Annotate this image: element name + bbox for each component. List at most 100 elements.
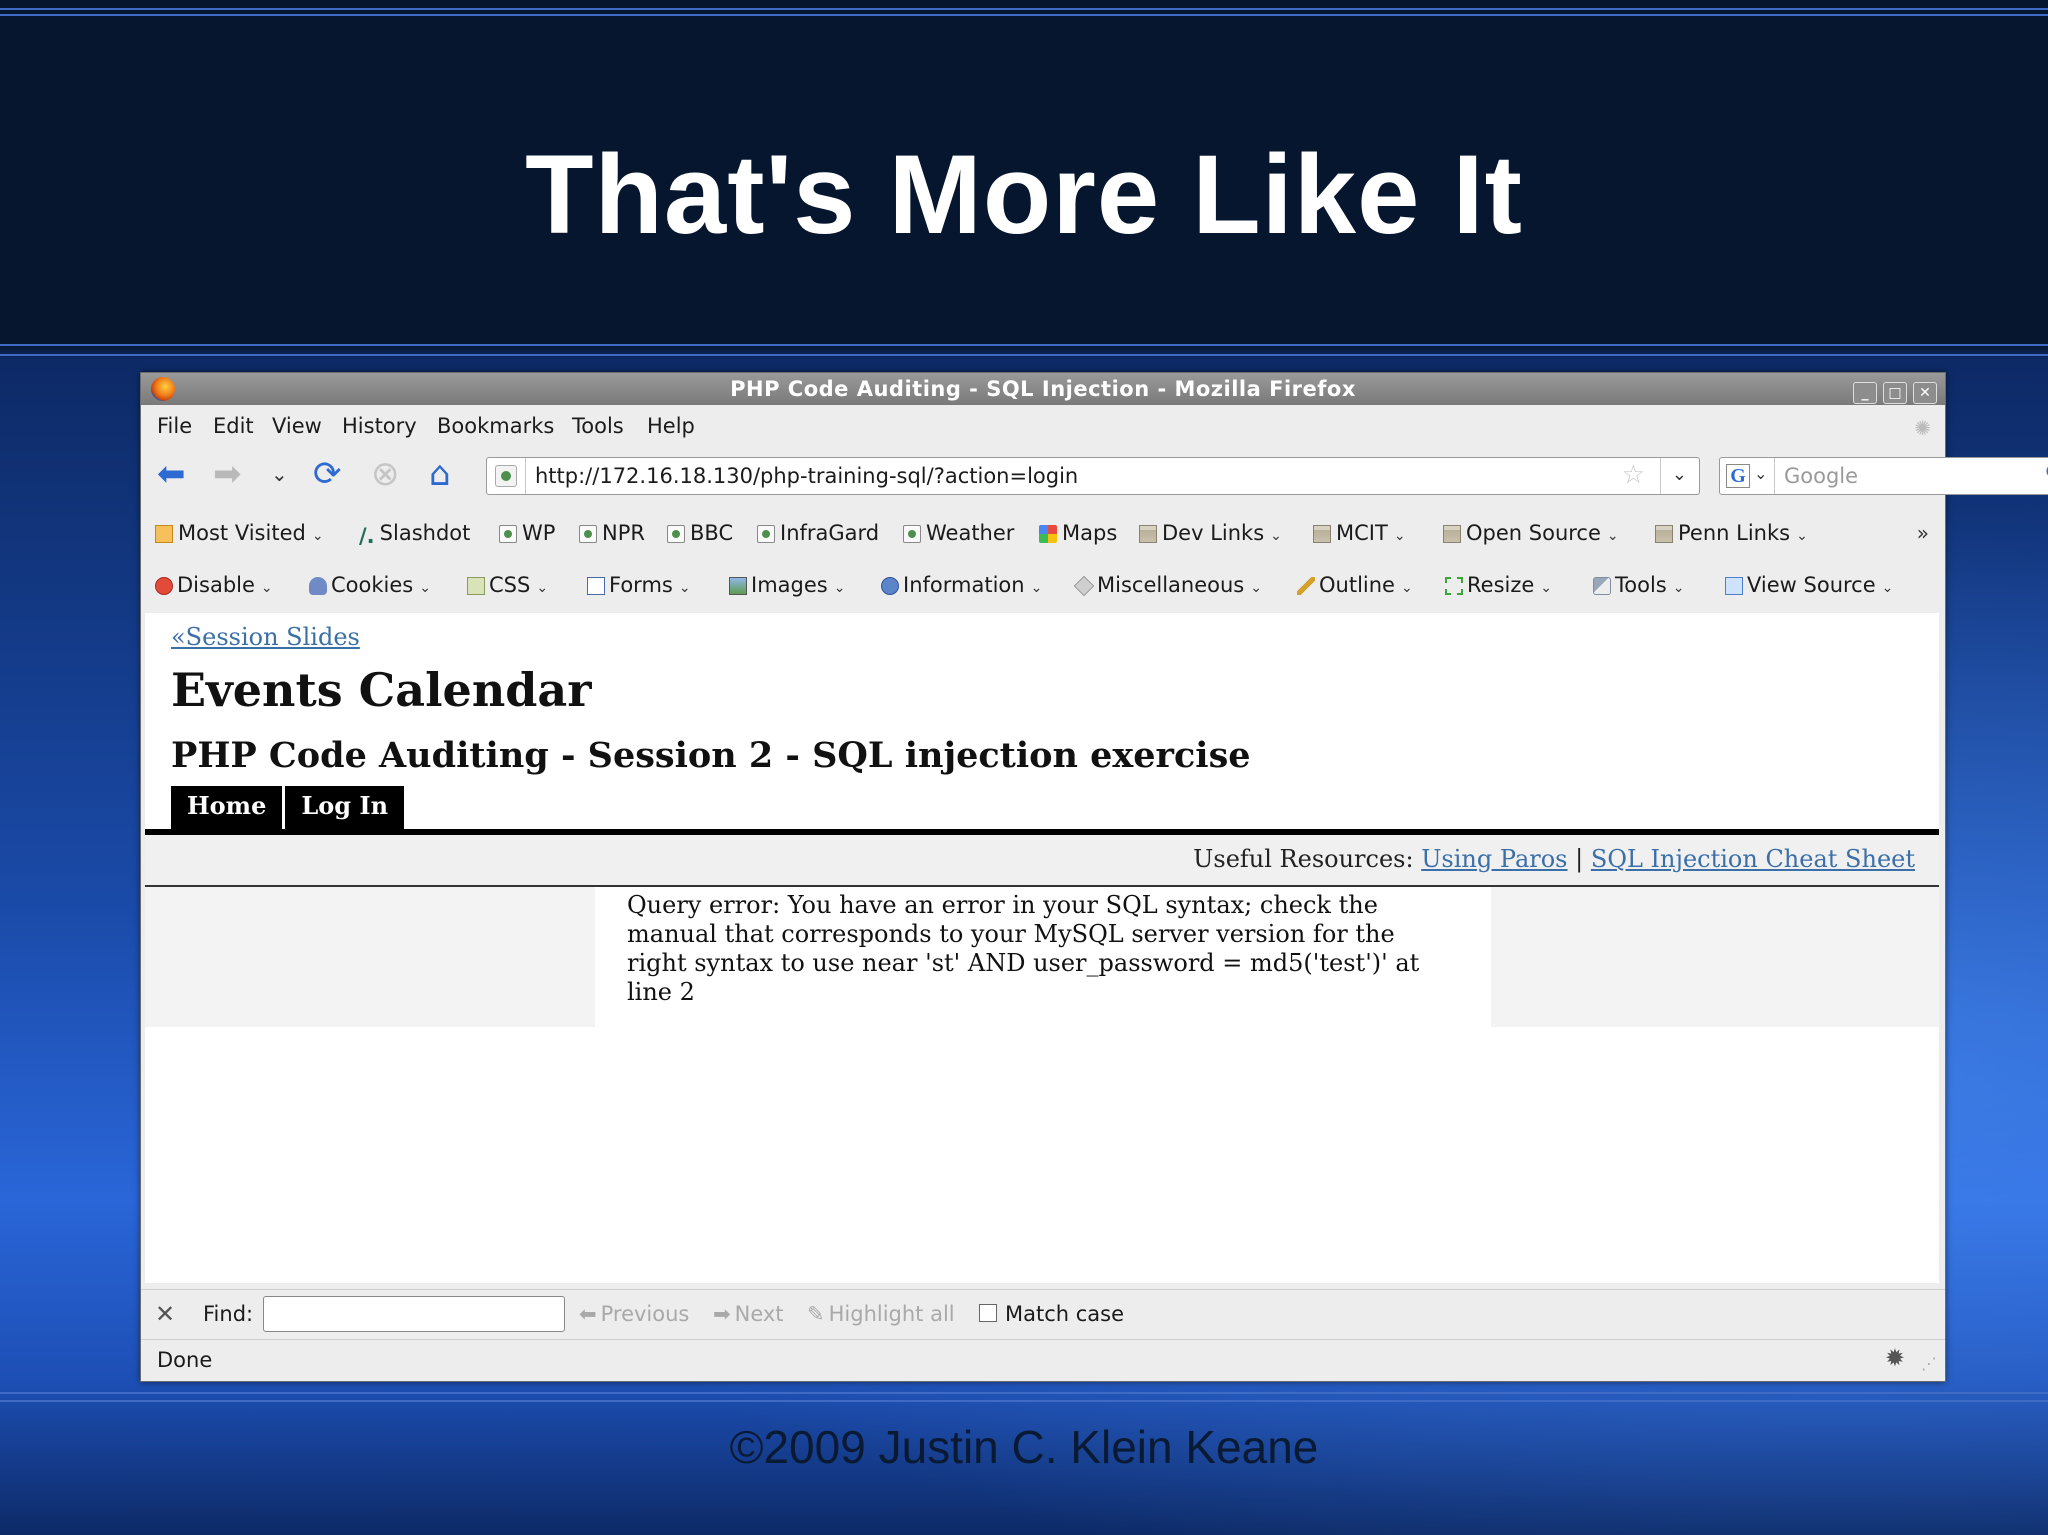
folder-icon bbox=[1655, 525, 1673, 543]
find-input[interactable] bbox=[263, 1296, 565, 1332]
resources-label: Useful Resources: bbox=[1193, 845, 1414, 873]
minimize-button[interactable]: _ bbox=[1853, 382, 1877, 404]
dev-view-source-menu[interactable]: View Source ⌄ bbox=[1725, 573, 1893, 597]
slide-rule bbox=[0, 1392, 2048, 1394]
firebug-icon[interactable]: ✹ bbox=[1885, 1344, 1905, 1372]
tab-log-in[interactable]: Log In bbox=[285, 786, 405, 830]
bookmarks-toolbar: Most Visited ⌄ /. Slashdot WP NPR BBC Infr… bbox=[141, 513, 1945, 555]
history-dropdown-icon[interactable]: ⌄ bbox=[271, 454, 288, 494]
dev-cookies-menu[interactable]: Cookies ⌄ bbox=[309, 573, 431, 597]
dev-forms-menu[interactable]: Forms ⌄ bbox=[587, 573, 691, 597]
reload-icon[interactable]: ⟳ bbox=[313, 454, 342, 494]
url-dropdown-icon[interactable]: ⌄ bbox=[1672, 464, 1687, 485]
site-identity-icon[interactable] bbox=[495, 465, 517, 487]
url-bar[interactable]: http://172.16.18.130/php-training-sql/?a… bbox=[486, 457, 1700, 495]
bookmark-bbc[interactable]: BBC bbox=[667, 521, 733, 545]
resources-text: Useful Resources: Using Paros | SQL Inje… bbox=[1193, 845, 1915, 873]
page-icon bbox=[903, 525, 921, 543]
outline-pencil-icon bbox=[1297, 577, 1315, 595]
bookmark-folder-dev-links[interactable]: Dev Links ⌄ bbox=[1139, 521, 1282, 545]
dev-outline-menu[interactable]: Outline ⌄ bbox=[1297, 573, 1413, 597]
using-paros-link[interactable]: Using Paros bbox=[1421, 845, 1567, 873]
bookmark-slashdot[interactable]: /. Slashdot bbox=[359, 521, 470, 548]
bookmark-most-visited[interactable]: Most Visited ⌄ bbox=[155, 521, 324, 545]
disable-icon bbox=[155, 577, 173, 595]
session-slides-link[interactable]: «Session Slides bbox=[171, 623, 360, 651]
match-case-label[interactable]: Match case bbox=[1005, 1302, 1124, 1326]
url-text[interactable]: http://172.16.18.130/php-training-sql/?a… bbox=[535, 464, 1078, 488]
left-column bbox=[145, 887, 595, 1027]
menu-file[interactable]: File bbox=[157, 414, 192, 438]
find-bar: ✕ Find: ⬅ Previous ➡ Next ✎ Highlight all M… bbox=[141, 1289, 1945, 1340]
page-icon bbox=[579, 525, 597, 543]
dev-disable-menu[interactable]: Disable ⌄ bbox=[155, 573, 273, 597]
bookmark-folder-mcit[interactable]: MCIT ⌄ bbox=[1313, 521, 1406, 545]
next-arrow-icon: ➡ bbox=[713, 1302, 731, 1326]
find-previous-button[interactable]: ⬅ Previous bbox=[579, 1302, 689, 1326]
engine-dropdown-icon[interactable]: ⌄ bbox=[1754, 464, 1767, 483]
highlighter-icon: ✎ bbox=[807, 1302, 825, 1326]
divider bbox=[525, 458, 526, 494]
bookmark-wp[interactable]: WP bbox=[499, 521, 555, 545]
sql-injection-cheat-sheet-link[interactable]: SQL Injection Cheat Sheet bbox=[1591, 845, 1915, 873]
slide-rule bbox=[0, 8, 2048, 10]
bookmark-folder-open-source[interactable]: Open Source ⌄ bbox=[1443, 521, 1619, 545]
menu-tools[interactable]: Tools bbox=[572, 414, 624, 438]
search-icon[interactable]: ⚲ bbox=[2044, 460, 2048, 488]
close-find-bar-icon[interactable]: ✕ bbox=[155, 1300, 175, 1328]
dev-tools-menu[interactable]: Tools ⌄ bbox=[1593, 573, 1684, 597]
slide-rule bbox=[0, 14, 2048, 16]
search-bar[interactable]: G ⌄ Google ⚲ bbox=[1719, 457, 2048, 495]
slide-footer: ©2009 Justin C. Klein Keane bbox=[729, 1421, 1319, 1473]
bookmark-infragard[interactable]: InfraGard bbox=[757, 521, 879, 545]
bookmark-maps[interactable]: Maps bbox=[1039, 521, 1117, 545]
status-bar: Done ✹ ⋰ bbox=[141, 1339, 1945, 1380]
site-nav-tabs: Home Log In bbox=[171, 786, 407, 830]
view-source-icon bbox=[1725, 577, 1743, 595]
dev-information-menu[interactable]: Information ⌄ bbox=[881, 573, 1042, 597]
search-input[interactable]: Google bbox=[1784, 464, 1858, 488]
dev-images-menu[interactable]: Images ⌄ bbox=[729, 573, 845, 597]
bookmarks-overflow-button[interactable]: » bbox=[1917, 521, 1929, 545]
menu-view[interactable]: View bbox=[272, 414, 322, 438]
resources-separator: | bbox=[1575, 845, 1584, 873]
folder-icon bbox=[1313, 525, 1331, 543]
find-label: Find: bbox=[203, 1302, 254, 1326]
tools-wrench-icon bbox=[1593, 577, 1611, 595]
resize-grip-icon[interactable]: ⋰ bbox=[1921, 1354, 1937, 1373]
google-engine-icon[interactable]: G bbox=[1726, 464, 1750, 488]
close-window-button[interactable]: ✕ bbox=[1913, 382, 1937, 404]
menu-bookmarks[interactable]: Bookmarks bbox=[437, 414, 554, 438]
forward-arrow-icon[interactable]: ➡ bbox=[213, 454, 242, 494]
find-next-button[interactable]: ➡ Next bbox=[713, 1302, 784, 1326]
back-arrow-icon[interactable]: ⬅ bbox=[157, 454, 186, 494]
bookmark-weather[interactable]: Weather bbox=[903, 521, 1014, 545]
dev-resize-menu[interactable]: Resize ⌄ bbox=[1445, 573, 1552, 597]
menu-help[interactable]: Help bbox=[647, 414, 695, 438]
tab-home[interactable]: Home bbox=[171, 786, 283, 830]
home-icon[interactable]: ⌂ bbox=[429, 454, 451, 494]
stop-icon[interactable]: ⊗ bbox=[371, 454, 400, 494]
bookmark-npr[interactable]: NPR bbox=[579, 521, 645, 545]
bookmark-folder-penn-links[interactable]: Penn Links ⌄ bbox=[1655, 521, 1808, 545]
information-icon bbox=[881, 577, 899, 595]
throbber-icon: ✺ bbox=[1914, 416, 1931, 440]
maximize-button[interactable]: □ bbox=[1883, 382, 1907, 404]
slide-rule bbox=[0, 354, 2048, 356]
slide-title: That's More Like It bbox=[525, 132, 1523, 257]
dev-miscellaneous-menu[interactable]: Miscellaneous ⌄ bbox=[1073, 573, 1262, 597]
slide-rule bbox=[0, 344, 2048, 346]
window-controls: _ □ ✕ bbox=[1847, 378, 1937, 404]
folder-icon bbox=[1139, 525, 1157, 543]
slashdot-icon: /. bbox=[359, 524, 375, 548]
page-icon bbox=[667, 525, 685, 543]
match-case-checkbox[interactable] bbox=[979, 1304, 997, 1322]
highlight-all-button[interactable]: ✎ Highlight all bbox=[807, 1302, 955, 1326]
bookmark-star-icon[interactable]: ☆ bbox=[1622, 460, 1645, 490]
page-subtitle: PHP Code Auditing - Session 2 - SQL inje… bbox=[171, 735, 1251, 776]
dev-css-menu[interactable]: CSS ⌄ bbox=[467, 573, 548, 597]
resize-icon bbox=[1445, 577, 1463, 595]
menu-edit[interactable]: Edit bbox=[213, 414, 254, 438]
page-title: Events Calendar bbox=[171, 663, 592, 717]
menu-history[interactable]: History bbox=[342, 414, 417, 438]
